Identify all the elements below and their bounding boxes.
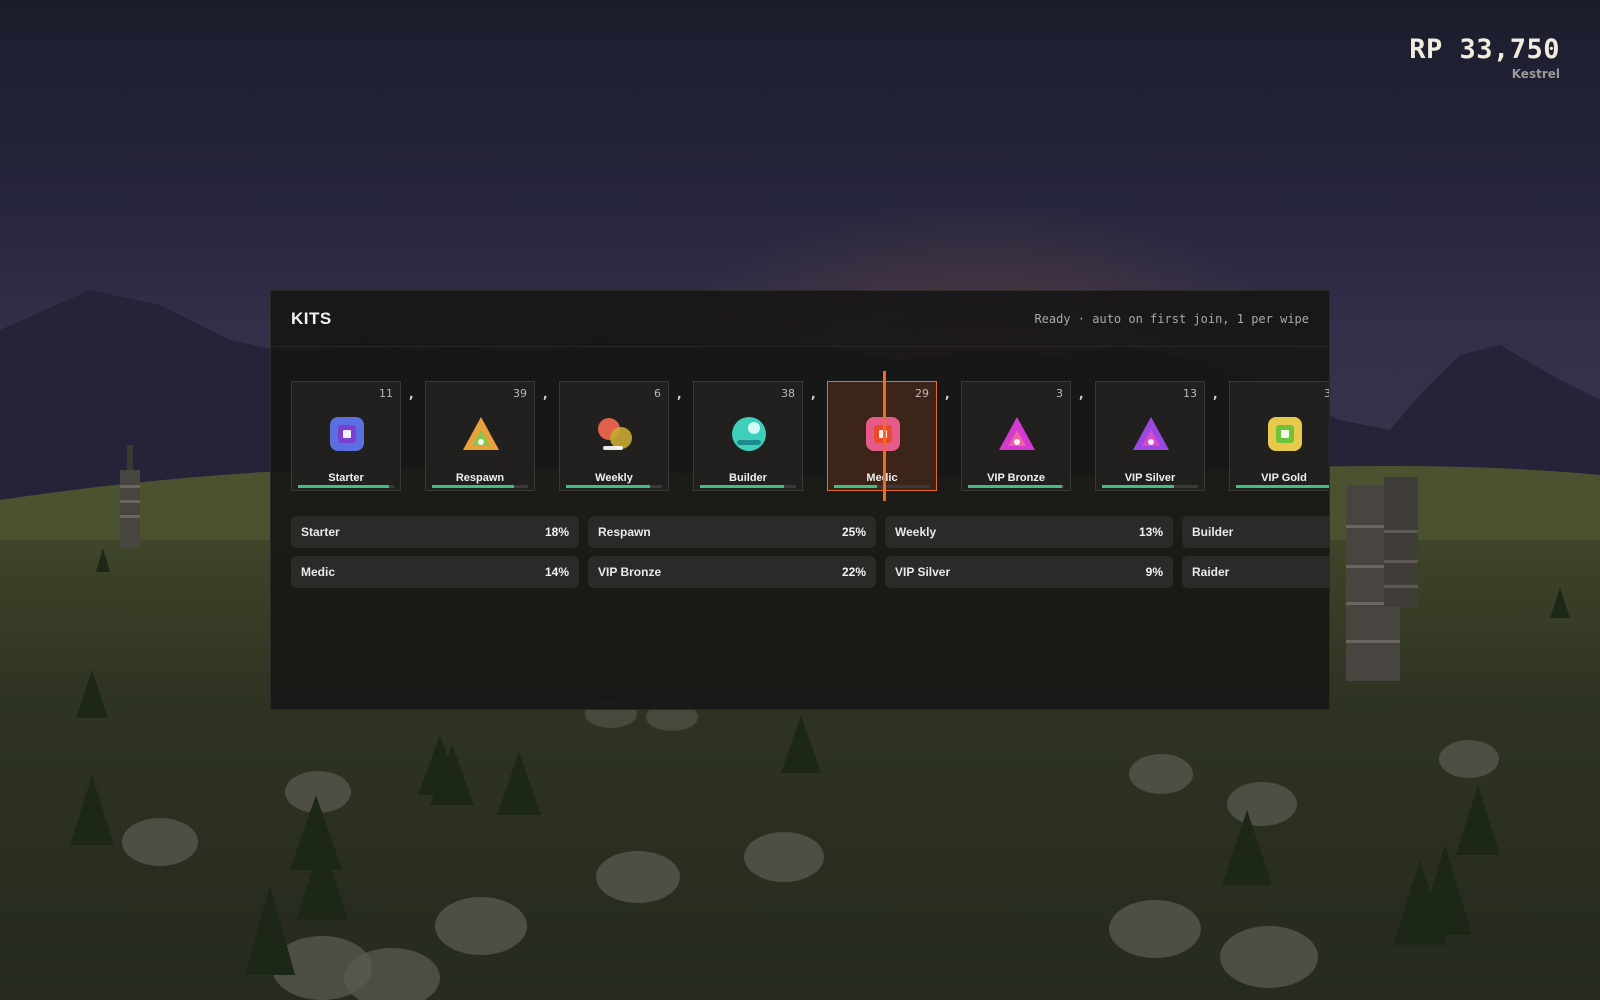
kit-stat-label: Builder	[1192, 525, 1234, 539]
kit-count: 38	[781, 387, 795, 400]
kit-name: VIP Bronze	[987, 472, 1045, 484]
kit-stat-chip: VIP Bronze 22%	[588, 556, 876, 588]
kit-separator: ,	[677, 387, 682, 401]
kit-stat-chip: Starter 18%	[291, 516, 579, 548]
kit-count: 3	[1056, 387, 1063, 400]
kit-stat-label: Starter	[301, 525, 340, 539]
kit-stat-value: 14%	[544, 565, 569, 579]
kit-card[interactable]: 3 VIP Gold	[1229, 381, 1329, 491]
circles-kit-icon	[597, 416, 633, 452]
kit-count: 11	[379, 387, 393, 400]
panel-status: Ready · auto on first join, 1 per wipe	[1034, 311, 1309, 326]
square-kit-icon	[329, 416, 365, 452]
kit-count: 29	[915, 387, 929, 400]
kit-stat-label: Raider	[1192, 565, 1230, 579]
kit-card[interactable]: 29 Medic	[827, 381, 937, 491]
kit-card[interactable]: 13 VIP Silver	[1095, 381, 1205, 491]
currency-balance: RP 33,750	[1409, 34, 1560, 65]
currency-hud: RP 33,750 Kestrel	[1409, 34, 1560, 81]
kit-name: Builder	[729, 472, 767, 484]
kit-count: 39	[513, 387, 527, 400]
kit-stat-chip: Medic 14%	[291, 556, 579, 588]
kit-separator: ,	[811, 387, 816, 401]
kit-separator: ,	[945, 387, 950, 401]
drag-cursor-indicator	[883, 371, 886, 501]
kit-stat-label: VIP Silver	[895, 565, 951, 579]
panel-header: KITS Ready · auto on first join, 1 per w…	[271, 291, 1329, 347]
kit-stat-value: 13%	[1138, 525, 1163, 539]
triangle-kit-icon	[463, 416, 499, 452]
kit-stat-value: 9%	[1145, 565, 1163, 579]
kit-name: Respawn	[455, 472, 505, 484]
kit-progress-fill	[968, 485, 1063, 488]
kit-count: 13	[1183, 387, 1197, 400]
kit-separator: ,	[409, 387, 414, 401]
kit-stat-label: Respawn	[598, 525, 651, 539]
kit-separator: ,	[1079, 387, 1084, 401]
player-name: Kestrel	[1511, 67, 1560, 81]
kit-card[interactable]: 39 Respawn	[425, 381, 535, 491]
kit-card[interactable]: 3 VIP Bronze	[961, 381, 1071, 491]
kit-card[interactable]: 11 Starter	[291, 381, 401, 491]
kits-panel: KITS Ready · auto on first join, 1 per w…	[270, 290, 1330, 710]
square-kit-icon	[1267, 416, 1303, 452]
kit-progress-bar	[968, 485, 1064, 488]
kit-progress-bar	[1102, 485, 1198, 488]
kit-name: VIP Silver	[1124, 472, 1176, 484]
kit-stat-chip: Builder	[1182, 516, 1329, 548]
kit-count: 3	[1324, 387, 1329, 400]
kit-progress-bar	[298, 485, 394, 488]
triangle-kit-icon	[1133, 416, 1169, 452]
kit-progress-fill	[298, 485, 390, 488]
kit-name: Weekly	[595, 472, 633, 484]
kit-separator: ,	[543, 387, 548, 401]
kit-progress-fill	[700, 485, 784, 488]
triangle-kit-icon	[999, 416, 1035, 452]
kit-stat-label: Medic	[301, 565, 336, 579]
kit-card-row: 11 Starter , 39 Respawn , 6 Weekly , 38 …	[291, 381, 1329, 491]
orb-kit-icon	[731, 416, 767, 452]
kit-stat-value: 18%	[544, 525, 569, 539]
kit-card[interactable]: 6 Weekly	[559, 381, 669, 491]
kit-stat-label: VIP Bronze	[598, 565, 662, 579]
kit-stat-value: 22%	[841, 565, 866, 579]
kit-stat-chip: Respawn 25%	[588, 516, 876, 548]
panel-title: KITS	[291, 308, 332, 328]
kit-progress-fill	[432, 485, 514, 488]
kit-progress-fill	[1236, 485, 1329, 488]
kit-card[interactable]: 38 Builder	[693, 381, 803, 491]
kit-progress-bar	[700, 485, 796, 488]
kit-progress-fill	[1102, 485, 1174, 488]
kit-progress-bar	[432, 485, 528, 488]
kit-stat-label: Weekly	[895, 525, 937, 539]
kit-separator: ,	[1213, 387, 1218, 401]
kit-progress-fill	[834, 485, 878, 488]
kit-stat-value: 25%	[841, 525, 866, 539]
kit-progress-bar	[1236, 485, 1329, 488]
kit-name: Starter	[328, 472, 364, 484]
kit-stat-chip: Raider	[1182, 556, 1329, 588]
kit-stat-chip: Weekly 13%	[885, 516, 1173, 548]
kit-name: VIP Gold	[1261, 472, 1307, 484]
kit-name: Medic	[866, 472, 898, 484]
kit-progress-fill	[566, 485, 651, 488]
kit-progress-bar	[566, 485, 662, 488]
kit-stat-chip: VIP Silver 9%	[885, 556, 1173, 588]
kit-count: 6	[654, 387, 661, 400]
kit-progress-bar	[834, 485, 930, 488]
